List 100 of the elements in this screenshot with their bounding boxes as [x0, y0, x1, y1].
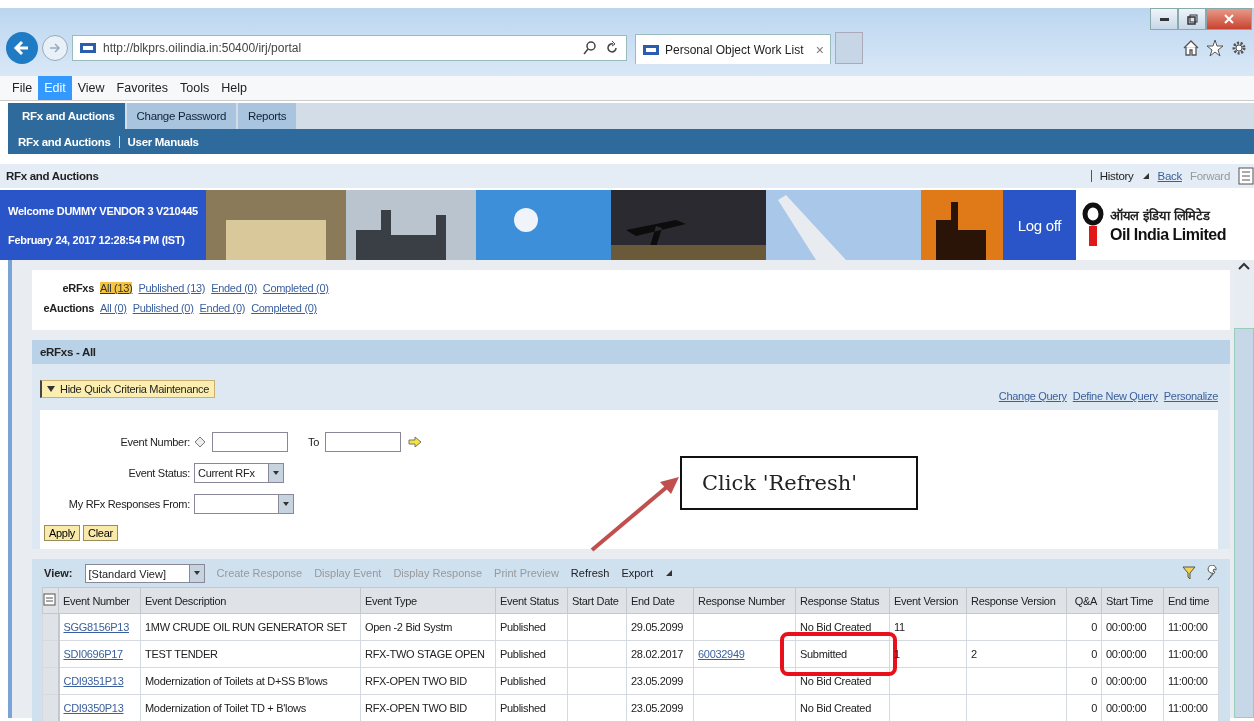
dropdown-icon [665, 569, 674, 577]
table-link[interactable]: 60032949 [698, 648, 745, 660]
menu-item[interactable]: File [6, 76, 39, 100]
address-bar[interactable]: http://blkprs.oilindia.in:50400/irj/portal [72, 35, 627, 61]
nav-tab[interactable]: RFx and Auctions [12, 103, 125, 129]
table-cell: TEST TENDER [140, 640, 361, 668]
view-label: View: [44, 567, 73, 579]
minimize-button[interactable] [1150, 8, 1178, 30]
caret-icon [192, 569, 201, 577]
toolbar-action: Create Response [216, 567, 303, 579]
caret-icon [282, 500, 290, 508]
menu-item[interactable]: Help [215, 76, 253, 100]
column-header[interactable]: Event Number [58, 587, 141, 614]
column-header[interactable]: Event Version [889, 587, 967, 614]
refresh-icon [604, 40, 620, 56]
input-field[interactable] [212, 432, 288, 452]
forward-button[interactable] [42, 35, 68, 61]
table-cell: Published [495, 667, 568, 695]
menu-item[interactable]: Favorites [110, 76, 174, 100]
table-cell: 29.05.2099 [626, 613, 694, 641]
select-all-icon [43, 591, 57, 608]
form-button[interactable]: Clear [83, 525, 118, 541]
column-header[interactable]: Event Type [360, 587, 496, 614]
star-icon [1206, 39, 1224, 57]
filter-link[interactable]: Completed (0) [262, 282, 329, 294]
dropdown[interactable]: Current RFx [194, 463, 284, 483]
table-cell: 0 [1066, 613, 1102, 641]
column-header[interactable]: End time [1163, 587, 1219, 614]
table-cell: 00:00:00 [1101, 613, 1164, 641]
filter-icon [1182, 565, 1196, 581]
filter-label: eRFxs [61, 282, 94, 294]
close-button[interactable] [1206, 8, 1252, 30]
callout-text: Click 'Refresh' [680, 456, 918, 510]
column-header[interactable]: Response Version [966, 587, 1067, 614]
tab-close-button[interactable]: × [815, 41, 824, 58]
column-header[interactable]: End Date [626, 587, 694, 614]
table-cell: 2 [966, 640, 1067, 668]
logo-text: Oil India Limited [1110, 226, 1226, 244]
filter-link[interactable]: Ended (0) [199, 302, 246, 314]
settings-icon [1230, 39, 1248, 57]
table-cell: 00:00:00 [1101, 667, 1164, 695]
table-cell: 0 [1066, 667, 1102, 695]
toolbar-action: Display Event [314, 567, 382, 579]
sub-nav-link[interactable]: RFx and Auctions [18, 135, 111, 148]
table-cell: No Bid Created [795, 667, 890, 695]
filter-label: eAuctions [42, 302, 94, 314]
field-label: Event Status: [127, 467, 191, 479]
column-header[interactable]: Response Status [795, 587, 890, 614]
browser-tab[interactable]: Personal Object Work List × [635, 34, 831, 64]
view-dropdown[interactable]: [Standard View] [84, 563, 205, 583]
input-field[interactable] [325, 432, 402, 452]
column-header[interactable]: Q&A [1066, 587, 1102, 614]
filter-link[interactable]: All (0) [100, 302, 127, 314]
column-header[interactable]: Start Time [1101, 587, 1164, 614]
filter-link[interactable]: Completed (0) [251, 302, 317, 314]
table-cell: Modernization of Toilets at D+SS B'lows [140, 667, 361, 695]
column-header[interactable]: Event Status [495, 587, 568, 614]
column-header[interactable]: Response Number [693, 587, 796, 614]
arrow-right-icon [407, 435, 424, 449]
sub-nav-link[interactable]: User Manuals [127, 135, 199, 148]
query-link[interactable]: Define New Query [1072, 390, 1158, 402]
table-cell: 00:00:00 [1101, 640, 1164, 668]
table-cell: Published [495, 640, 568, 668]
logo-icon [1082, 202, 1104, 248]
back-button[interactable] [6, 32, 38, 64]
refresh-button[interactable]: Refresh [570, 567, 610, 579]
criteria-toggle[interactable]: Hide Quick Criteria Maintenance [40, 380, 216, 398]
table-cell: 11:00:00 [1163, 640, 1219, 668]
scrollbar-thumb[interactable] [1234, 328, 1254, 718]
home-icon [1182, 39, 1200, 57]
filter-link[interactable]: Published (0) [132, 302, 194, 314]
query-link[interactable]: Change Query [998, 390, 1067, 402]
history-menu[interactable]: History [1099, 170, 1134, 182]
menu-item[interactable]: Tools [174, 76, 216, 100]
filter-link[interactable]: Published (13) [138, 282, 206, 294]
field-label: Event Number: [119, 436, 191, 448]
filter-link[interactable]: Ended (0) [211, 282, 257, 294]
minimize-icon [1159, 17, 1169, 21]
export-menu[interactable]: Export [621, 567, 654, 579]
form-button[interactable]: Apply [44, 525, 81, 541]
filter-link[interactable]: All (13) [100, 282, 133, 294]
back-link[interactable]: Back [1157, 170, 1182, 182]
table-cell: 1 [889, 640, 967, 668]
page-title: RFx and Auctions [6, 170, 99, 182]
logo-text: ऑयल इंडिया लिमिटेड [1110, 207, 1212, 224]
menu-item[interactable]: View [71, 76, 111, 100]
close-icon [1224, 14, 1234, 24]
column-header[interactable]: Start Date [567, 587, 627, 614]
nav-tab[interactable]: Reports [238, 103, 297, 129]
table-cell: Published [495, 613, 568, 641]
nav-tab[interactable]: Change Password [126, 103, 236, 129]
table-cell: 11 [889, 613, 967, 641]
toolbar-action: Display Response [393, 567, 483, 579]
column-header[interactable]: Event Description [140, 587, 361, 614]
query-link[interactable]: Personalize [1163, 390, 1218, 402]
welcome-text: Welcome DUMMY VENDOR 3 V210445 [8, 204, 198, 217]
restore-button[interactable] [1178, 8, 1206, 30]
dropdown[interactable] [194, 494, 294, 514]
arrow-left-icon [13, 39, 31, 57]
log-off-button[interactable]: Log off [1003, 190, 1076, 260]
